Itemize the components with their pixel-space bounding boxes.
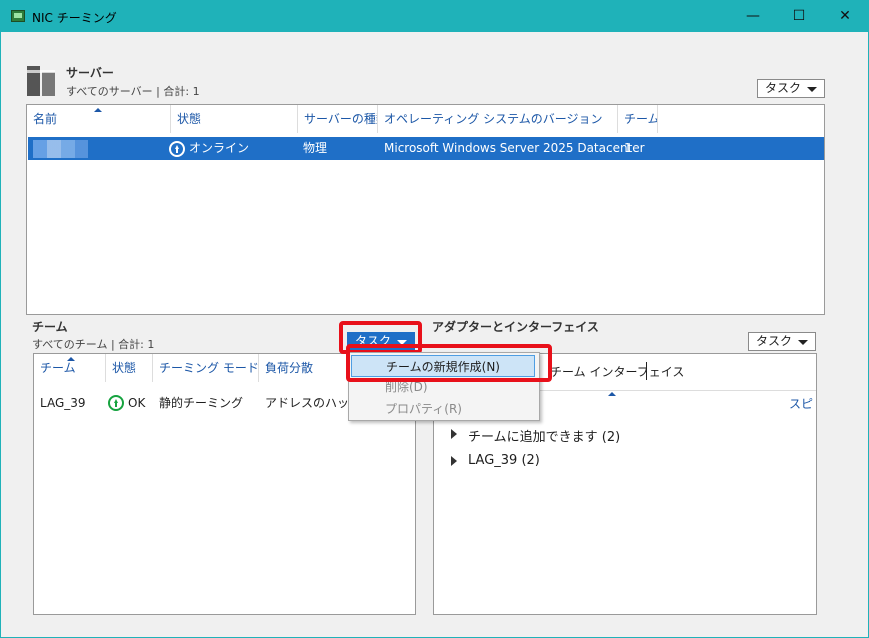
column-header-status[interactable]: 状態 (171, 105, 298, 133)
nic-teaming-app-icon (11, 10, 25, 22)
tab-team-interfaces[interactable]: チーム インターフェイス (550, 363, 684, 380)
server-status: オンライン (189, 141, 250, 155)
close-button[interactable]: ✕ (822, 1, 868, 32)
tree-expand-icon[interactable] (451, 456, 457, 466)
team-mode: 静的チーミング (159, 396, 244, 410)
team-name: LAG_39 (40, 396, 86, 410)
server-name-redacted (33, 140, 88, 158)
column-header-server-type[interactable]: サーバーの種類 (298, 105, 378, 133)
window-title: NIC チーミング (32, 11, 117, 25)
server-team-count: 1 (624, 141, 632, 155)
servers-table: 名前 状態 サーバーの種類 オペレーティング システムのバージョン チーム オン… (26, 104, 825, 315)
column-header-team-status[interactable]: 状態 (106, 354, 153, 382)
adapters-task-label: タスク (756, 334, 793, 348)
menu-item-properties[interactable]: プロパティ(R) (351, 398, 535, 420)
ok-status-icon (108, 395, 124, 411)
servers-title: サーバー (66, 66, 114, 80)
client-area: サーバー すべてのサーバー | 合計: 1 タスク 名前 状態 サーバーの種類 … (2, 32, 868, 637)
column-header-speed[interactable]: スピ (789, 395, 813, 412)
adapters-task-button[interactable]: タスク (748, 332, 816, 351)
servers-section-icon (27, 66, 57, 96)
sort-ascending-icon (608, 392, 616, 396)
column-header-os-version[interactable]: オペレーティング システムのバージョン (378, 105, 618, 133)
tree-expand-icon[interactable] (451, 429, 457, 439)
minimize-button[interactable]: — (730, 1, 776, 32)
tab-separator (646, 362, 647, 380)
teams-subtitle: すべてのチーム | 合計: 1 (32, 338, 155, 351)
adapters-title: アダプターとインターフェイス (432, 320, 599, 334)
sort-ascending-icon (94, 108, 102, 112)
sort-ascending-icon (67, 357, 75, 361)
servers-task-button[interactable]: タスク (757, 79, 825, 98)
servers-subtitle: すべてのサーバー | 合計: 1 (66, 85, 200, 98)
tree-item-lag39[interactable]: LAG_39 (2) (468, 453, 540, 468)
nic-teaming-window: NIC チーミング — ☐ ✕ サーバー すべてのサーバー | 合計: 1 タス… (0, 0, 869, 638)
column-header-teaming-mode[interactable]: チーミング モード (153, 354, 259, 382)
server-os: Microsoft Windows Server 2025 Datacenter (384, 141, 645, 155)
chevron-down-icon (807, 87, 817, 92)
teams-title: チーム (32, 320, 68, 334)
column-header-teams[interactable]: チーム (618, 105, 658, 133)
maximize-button[interactable]: ☐ (776, 1, 822, 32)
title-bar[interactable]: NIC チーミング — ☐ ✕ (1, 1, 868, 32)
highlight-box-new-team (346, 344, 552, 382)
server-type: 物理 (303, 141, 328, 155)
servers-task-label: タスク (765, 81, 802, 95)
online-status-icon (169, 141, 185, 157)
chevron-down-icon (798, 340, 808, 345)
team-status: OK (128, 396, 146, 410)
table-row[interactable]: オンライン 物理 Microsoft Windows Server 2025 D… (28, 137, 824, 160)
tree-item-available[interactable]: チームに追加できます (2) (468, 426, 620, 445)
